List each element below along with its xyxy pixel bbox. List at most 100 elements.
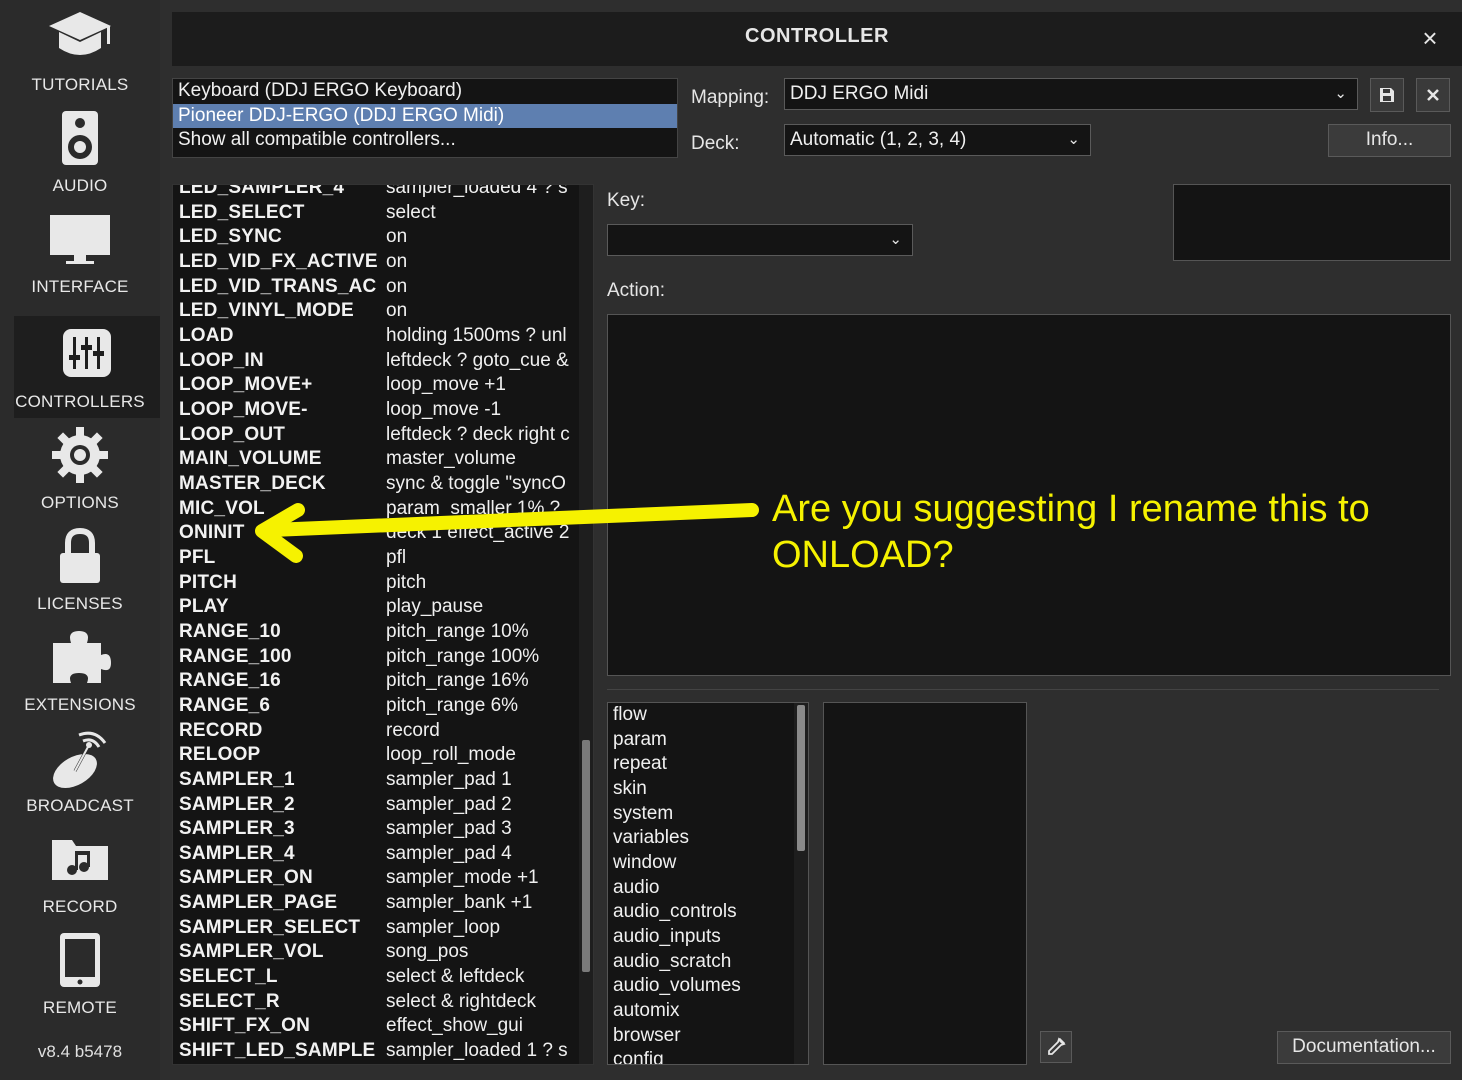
mapping-row[interactable]: LED_VINYL_MODE on: [173, 299, 577, 324]
mapping-action: record: [386, 719, 440, 741]
sidebar-item-remote[interactable]: REMOTE: [0, 923, 160, 1024]
mapping-row[interactable]: PLAY play_pause: [173, 595, 577, 620]
scrollbar-thumb[interactable]: [797, 705, 805, 851]
mapping-row[interactable]: LOAD holding 1500ms ? unl: [173, 324, 577, 349]
mapping-row[interactable]: MIC_VOL param_smaller 1% ?: [173, 497, 577, 522]
sidebar-item-licenses[interactable]: LICENSES: [0, 519, 160, 620]
mapping-key: LED_VID_FX_ACTIVE: [179, 250, 378, 272]
mapping-row[interactable]: MAIN_VOLUME master_volume: [173, 447, 577, 472]
mapping-action: leftdeck ? deck right c: [386, 423, 570, 445]
mapping-row[interactable]: LED_VID_FX_ACTIVE on: [173, 250, 577, 275]
mapping-row[interactable]: SHIFT_FX_ON effect_show_gui: [173, 1014, 577, 1039]
documentation-button[interactable]: Documentation...: [1277, 1031, 1451, 1064]
deck-select[interactable]: Automatic (1, 2, 3, 4) ⌄: [784, 124, 1091, 156]
mapping-row[interactable]: ONINIT deck 1 effect_active 2: [173, 521, 577, 546]
sidebar-item-tutorials[interactable]: TUTORIALS: [0, 0, 160, 101]
mapping-row[interactable]: SAMPLER_VOL song_pos: [173, 940, 577, 965]
mapping-row[interactable]: SELECT_R select & rightdeck: [173, 990, 577, 1015]
mapping-action: holding 1500ms ? unl: [386, 324, 567, 346]
sidebar-item-options[interactable]: OPTIONS: [0, 418, 160, 519]
close-window-button[interactable]: ×: [1418, 25, 1442, 51]
category-item[interactable]: automix: [608, 999, 808, 1024]
key-select[interactable]: ⌄: [607, 224, 913, 256]
controller-list[interactable]: Keyboard (DDJ ERGO Keyboard) Pioneer DDJ…: [172, 78, 678, 158]
category-item[interactable]: skin: [608, 777, 808, 802]
controller-item-ddj-ergo[interactable]: Pioneer DDJ-ERGO (DDJ ERGO Midi): [173, 103, 677, 128]
mapping-row[interactable]: SHIFT_LED_SAMPLE sampler_loaded 1 ? s: [173, 1039, 577, 1064]
mapping-key: LOOP_MOVE+: [179, 374, 313, 396]
category-item[interactable]: config: [608, 1048, 808, 1064]
mapping-list[interactable]: LED_SAMPLER_4 sampler_loaded 4 ? s LED_SEL…: [172, 184, 594, 1065]
mapping-action: sampler_mode +1: [386, 867, 539, 889]
mapping-row[interactable]: LOOP_MOVE+ loop_move +1: [173, 373, 577, 398]
mapping-row[interactable]: LOOP_OUT leftdeck ? deck right c: [173, 423, 577, 448]
deck-label: Deck:: [691, 133, 740, 154]
sidebar-item-record[interactable]: RECORD: [0, 822, 160, 923]
mapping-row[interactable]: SAMPLER_ON sampler_mode +1: [173, 866, 577, 891]
mapping-row[interactable]: RANGE_100 pitch_range 100%: [173, 645, 577, 670]
mapping-row[interactable]: RANGE_16 pitch_range 16%: [173, 669, 577, 694]
category-item[interactable]: window: [608, 851, 808, 876]
category-item[interactable]: browser: [608, 1024, 808, 1049]
sidebar-item-audio[interactable]: AUDIO: [0, 101, 160, 202]
sidebar-item-controllers[interactable]: CONTROLLERS: [0, 316, 160, 418]
category-item[interactable]: audio_volumes: [608, 974, 808, 999]
mapping-row[interactable]: LED_SAMPLER_4 sampler_loaded 4 ? s: [173, 185, 577, 201]
eyedropper-button[interactable]: [1040, 1031, 1072, 1063]
mapping-key: SELECT_L: [179, 966, 278, 988]
mapping-row[interactable]: SELECT_L select & leftdeck: [173, 965, 577, 990]
sidebar-item-label: BROADCAST: [26, 796, 134, 815]
delete-mapping-button[interactable]: [1416, 78, 1450, 112]
mapping-key: PITCH: [179, 571, 237, 593]
category-item[interactable]: param: [608, 728, 808, 753]
mapping-select[interactable]: DDJ ERGO Midi ⌄: [784, 78, 1358, 110]
verb-list[interactable]: [823, 702, 1027, 1065]
category-item[interactable]: flow: [608, 703, 808, 728]
mapping-row[interactable]: MASTER_DECK sync & toggle "syncO: [173, 472, 577, 497]
mapping-action: loop_move -1: [386, 398, 502, 420]
info-button[interactable]: Info...: [1328, 124, 1451, 157]
mapping-scrollbar[interactable]: [579, 185, 593, 1064]
mapping-row[interactable]: SAMPLER_3 sampler_pad 3: [173, 817, 577, 842]
lock-icon: [0, 525, 160, 587]
mapping-row[interactable]: SAMPLER_PAGE sampler_bank +1: [173, 891, 577, 916]
mapping-key: MIC_VOL: [179, 497, 265, 519]
sidebar-item-extensions[interactable]: EXTENSIONS: [0, 620, 160, 721]
category-item[interactable]: repeat: [608, 752, 808, 777]
mapping-row[interactable]: SAMPLER_2 sampler_pad 2: [173, 793, 577, 818]
mapping-row[interactable]: LOOP_MOVE-loop_move -1: [173, 398, 577, 423]
category-item[interactable]: system: [608, 802, 808, 827]
sidebar-item-interface[interactable]: INTERFACE: [0, 202, 160, 303]
controller-item-show-all[interactable]: Show all compatible controllers...: [173, 128, 677, 153]
category-scrollbar[interactable]: [794, 703, 808, 1064]
mapping-row[interactable]: RELOOP loop_roll_mode: [173, 743, 577, 768]
mapping-row[interactable]: LED_VID_TRANS_AC on: [173, 275, 577, 300]
category-item[interactable]: variables: [608, 826, 808, 851]
controller-item-keyboard[interactable]: Keyboard (DDJ ERGO Keyboard): [173, 79, 677, 104]
category-item[interactable]: audio: [608, 876, 808, 901]
scrollbar-thumb[interactable]: [582, 740, 590, 972]
mapping-row[interactable]: SAMPLER_1 sampler_pad 1: [173, 768, 577, 793]
category-item[interactable]: audio_inputs: [608, 925, 808, 950]
eyedropper-icon: [1048, 1037, 1066, 1055]
mapping-key: SHIFT_LED_SAMPLE: [179, 1040, 376, 1062]
category-item[interactable]: audio_scratch: [608, 950, 808, 975]
category-item[interactable]: audio_controls: [608, 900, 808, 925]
chevron-down-icon: ⌄: [1334, 85, 1347, 102]
mapping-key: LED_VINYL_MODE: [179, 300, 354, 322]
mapping-row[interactable]: PFL pfl: [173, 546, 577, 571]
mapping-row[interactable]: PITCH pitch: [173, 571, 577, 596]
gear-icon: [0, 424, 160, 486]
mapping-row[interactable]: RANGE_6 pitch_range 6%: [173, 694, 577, 719]
verb-category-list[interactable]: flow param repeat skin system variables window…: [607, 702, 809, 1065]
mapping-row[interactable]: LED_SYNC on: [173, 225, 577, 250]
mapping-row[interactable]: RANGE_10 pitch_range 10%: [173, 620, 577, 645]
mapping-row[interactable]: SAMPLER_4 sampler_pad 4: [173, 842, 577, 867]
save-mapping-button[interactable]: [1370, 78, 1404, 112]
mapping-key: PLAY: [179, 596, 229, 618]
mapping-row[interactable]: SAMPLER_SELECT sampler_loop: [173, 916, 577, 941]
mapping-row[interactable]: LOOP_IN leftdeck ? goto_cue &: [173, 349, 577, 374]
mapping-row[interactable]: LED_SELECT select: [173, 201, 577, 226]
sidebar-item-broadcast[interactable]: BROADCAST: [0, 721, 160, 822]
mapping-row[interactable]: RECORD record: [173, 719, 577, 744]
